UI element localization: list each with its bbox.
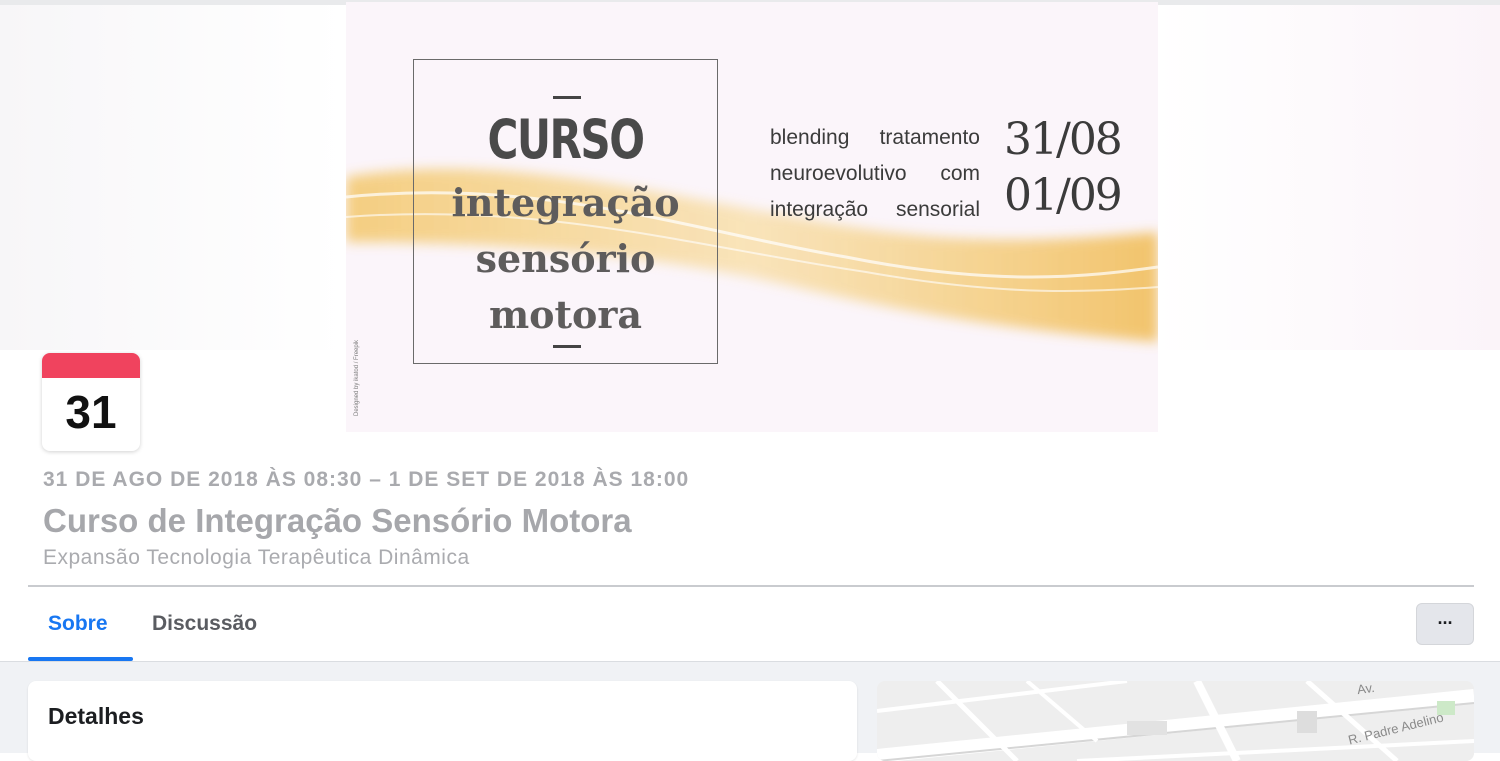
cover-title-line-3: motora (488, 292, 643, 337)
map-street-label: Av. (1356, 681, 1376, 698)
cover-title-line-2: sensório (475, 236, 656, 281)
course-title-box: CURSO integração sensório motora (413, 59, 718, 364)
more-options-button[interactable]: ··· (1416, 603, 1474, 645)
cover-curso-text: CURSO (487, 108, 645, 171)
cover-dates: 31/08 01/09 (1004, 112, 1123, 224)
details-card: Detalhes (28, 681, 857, 761)
event-datetime: 31 DE AGO DE 2018 ÀS 08:30 – 1 DE SET DE… (43, 468, 690, 491)
cover-description-line: blending tratamento (770, 126, 980, 149)
details-heading: Detalhes (48, 703, 144, 729)
calendar-day: 31 (65, 386, 117, 438)
location-map[interactable]: R. Padre Adelino Av. (877, 681, 1474, 761)
cover-date-start: 31/08 (1004, 114, 1123, 165)
header-divider (28, 585, 1474, 587)
cover-description: blending tratamento neuroevolutivo com i… (770, 120, 980, 228)
cover-description-line: neuroevolutivo com (770, 162, 980, 185)
cover-description-line: integração sensorial (770, 198, 980, 221)
cover-date-end: 01/09 (1004, 170, 1123, 221)
calendar-header (42, 353, 140, 378)
map-streets-graphic (877, 681, 1474, 761)
tab-sobre[interactable]: Sobre (48, 612, 108, 636)
cover-title-line-1: integração (451, 180, 680, 225)
event-cover-image[interactable]: CURSO integração sensório motora blendin… (346, 2, 1158, 432)
tab-discussao[interactable]: Discussão (152, 612, 257, 636)
image-credit: Designed by ikatod / Freepik (354, 339, 360, 416)
decorative-bar-top (553, 96, 581, 99)
event-title: Curso de Integração Sensório Motora (43, 502, 632, 539)
decorative-bar-bottom (553, 345, 581, 348)
calendar-icon: 31 (42, 353, 140, 451)
event-organizer[interactable]: Expansão Tecnologia Terapêutica Dinâmica (43, 546, 470, 570)
